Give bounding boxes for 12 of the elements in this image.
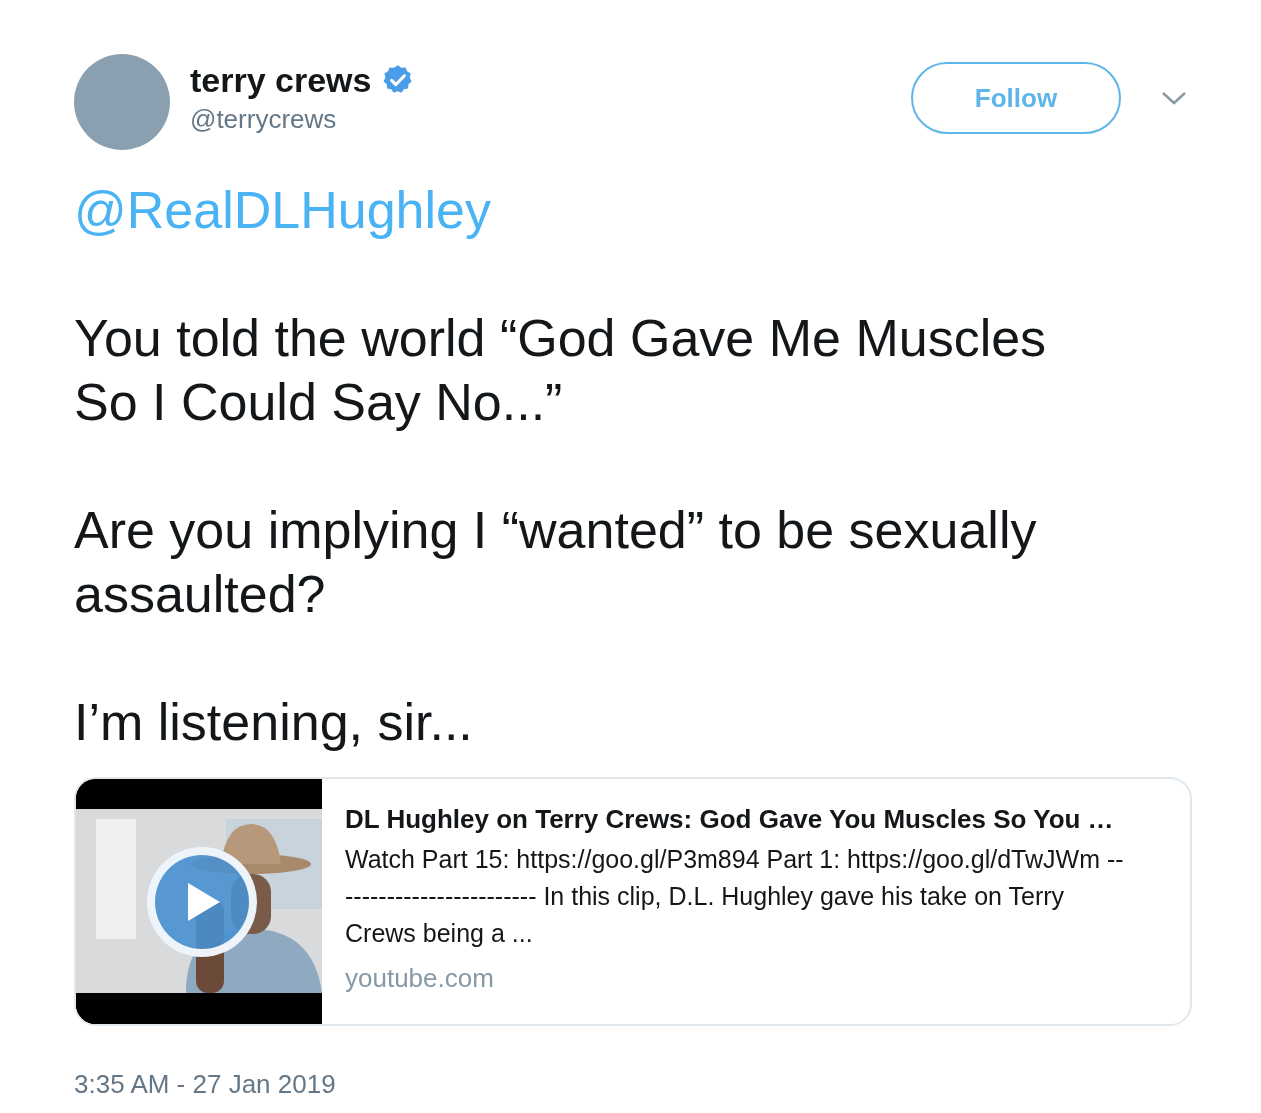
tweet-text: I’m listening, sir... [74, 692, 474, 753]
timestamp[interactable]: 3:35 AM - 27 Jan 2019 [74, 1068, 336, 1100]
card-description: Watch Part 15: https://goo.gl/P3m894 Part 1: https://goo.gl/dTwJWm ------------------------- In this clip, D.L. Hughley gave his take on Terry Crews being a ... [345, 844, 1125, 949]
tweet-text: Are you implying I “wanted” to be sexually assaulted? [74, 500, 1038, 625]
card-title: DL Hughley on Terry Crews: God Gave You Muscles So You … [345, 803, 1115, 835]
link-card[interactable] [74, 777, 1192, 1026]
card-domain: youtube.com [345, 962, 495, 995]
mention-link[interactable]: @RealDLHughley [74, 178, 491, 242]
chevron-down-icon[interactable] [1161, 90, 1187, 106]
user-handle[interactable]: @terrycrews [190, 102, 416, 136]
display-name[interactable]: terry crews [190, 58, 372, 102]
tweet-text: You told the world “God Gave Me Muscles So I Could Say No...” [74, 308, 1048, 433]
